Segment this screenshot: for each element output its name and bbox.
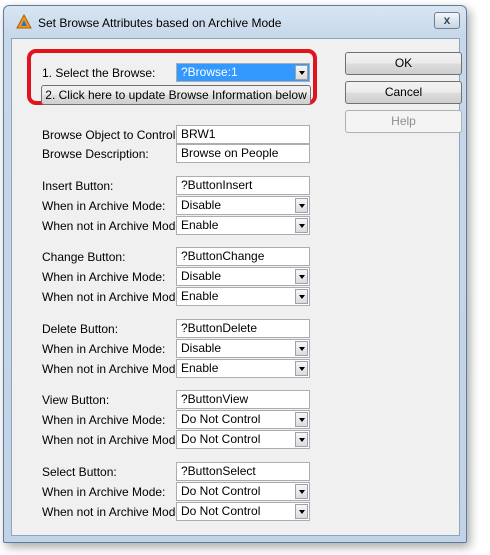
select-value: Enable	[181, 361, 219, 375]
control-field[interactable]: ?ButtonInsert	[176, 176, 310, 195]
archive-mode-select[interactable]: Disable	[176, 196, 310, 215]
view-button-group: View Button: ?ButtonView When in Archive…	[12, 390, 332, 452]
group-label: Insert Button:	[42, 179, 114, 193]
select-value: Do Not Control	[181, 412, 261, 426]
select-browse-label: 1. Select the Browse:	[42, 66, 156, 80]
browse-description-field[interactable]: Browse on People	[176, 144, 310, 163]
ok-button[interactable]: OK	[345, 52, 462, 75]
chevron-down-icon[interactable]	[295, 432, 308, 447]
chevron-down-icon[interactable]	[295, 269, 308, 284]
archive-mode-select[interactable]: Do Not Control	[176, 482, 310, 501]
title-bar[interactable]: Set Browse Attributes based on Archive M…	[4, 6, 466, 38]
group-label: Select Button:	[42, 465, 117, 479]
archive-mode-label: When in Archive Mode:	[42, 270, 166, 284]
select-button-group: Select Button: ?ButtonSelect When in Arc…	[12, 462, 332, 524]
not-archive-mode-select[interactable]: Enable	[176, 287, 310, 306]
change-button-group: Change Button: ?ButtonChange When in Arc…	[12, 247, 332, 309]
not-archive-mode-select[interactable]: Do Not Control	[176, 502, 310, 521]
window-title: Set Browse Attributes based on Archive M…	[38, 16, 282, 30]
not-archive-mode-label: When not in Archive Mode:	[42, 505, 186, 519]
control-field[interactable]: ?ButtonChange	[176, 247, 310, 266]
not-archive-mode-select[interactable]: Enable	[176, 216, 310, 235]
dialog-window: Set Browse Attributes based on Archive M…	[3, 5, 467, 543]
insert-button-group: Insert Button: ?ButtonInsert When in Arc…	[12, 176, 332, 238]
control-field[interactable]: ?ButtonDelete	[176, 319, 310, 338]
archive-mode-label: When in Archive Mode:	[42, 199, 166, 213]
chevron-down-icon[interactable]	[295, 412, 308, 427]
select-value: Disable	[181, 341, 222, 355]
app-icon	[16, 14, 32, 29]
select-value: Disable	[181, 198, 222, 212]
cancel-button[interactable]: Cancel	[345, 81, 462, 104]
not-archive-mode-label: When not in Archive Mode:	[42, 290, 186, 304]
archive-mode-label: When in Archive Mode:	[42, 485, 166, 499]
browse-object-label: Browse Object to Control:	[42, 128, 179, 142]
select-value: Do Not Control	[181, 484, 261, 498]
archive-mode-select[interactable]: Disable	[176, 267, 310, 286]
browse-object-field[interactable]: BRW1	[176, 125, 310, 144]
select-value: Do Not Control	[181, 432, 261, 446]
archive-mode-select[interactable]: Disable	[176, 339, 310, 358]
select-value: Do Not Control	[181, 504, 261, 518]
delete-button-group: Delete Button: ?ButtonDelete When in Arc…	[12, 319, 332, 381]
chevron-down-icon[interactable]	[295, 341, 308, 356]
archive-mode-select[interactable]: Do Not Control	[176, 410, 310, 429]
group-label: Delete Button:	[42, 322, 119, 336]
dialog-client-area: 1. Select the Browse: ?Browse:1 2. Click…	[11, 38, 462, 536]
not-archive-mode-select[interactable]: Do Not Control	[176, 430, 310, 449]
chevron-down-icon[interactable]	[295, 484, 308, 499]
update-browse-button[interactable]: 2. Click here to update Browse Informati…	[41, 85, 311, 105]
not-archive-mode-select[interactable]: Enable	[176, 359, 310, 378]
not-archive-mode-label: When not in Archive Mode:	[42, 362, 186, 376]
browse-select-value: ?Browse:1	[181, 65, 238, 79]
archive-mode-label: When in Archive Mode:	[42, 413, 166, 427]
close-button[interactable]: x	[434, 12, 460, 29]
select-value: Enable	[181, 289, 219, 303]
chevron-down-icon[interactable]	[295, 218, 308, 233]
archive-mode-label: When in Archive Mode:	[42, 342, 166, 356]
group-label: View Button:	[42, 393, 110, 407]
chevron-down-icon[interactable]	[295, 198, 308, 213]
chevron-down-icon[interactable]	[295, 504, 308, 519]
close-icon: x	[443, 13, 451, 27]
browse-select[interactable]: ?Browse:1	[176, 63, 310, 82]
chevron-down-icon[interactable]	[295, 289, 308, 304]
not-archive-mode-label: When not in Archive Mode:	[42, 433, 186, 447]
group-label: Change Button:	[42, 250, 126, 264]
select-value: Enable	[181, 218, 219, 232]
chevron-down-icon[interactable]	[295, 65, 308, 80]
control-field[interactable]: ?ButtonView	[176, 390, 310, 409]
control-field[interactable]: ?ButtonSelect	[176, 462, 310, 481]
help-button[interactable]: Help	[345, 110, 462, 133]
chevron-down-icon[interactable]	[295, 361, 308, 376]
not-archive-mode-label: When not in Archive Mode:	[42, 219, 186, 233]
select-value: Disable	[181, 269, 222, 283]
browse-description-label: Browse Description:	[42, 147, 149, 161]
